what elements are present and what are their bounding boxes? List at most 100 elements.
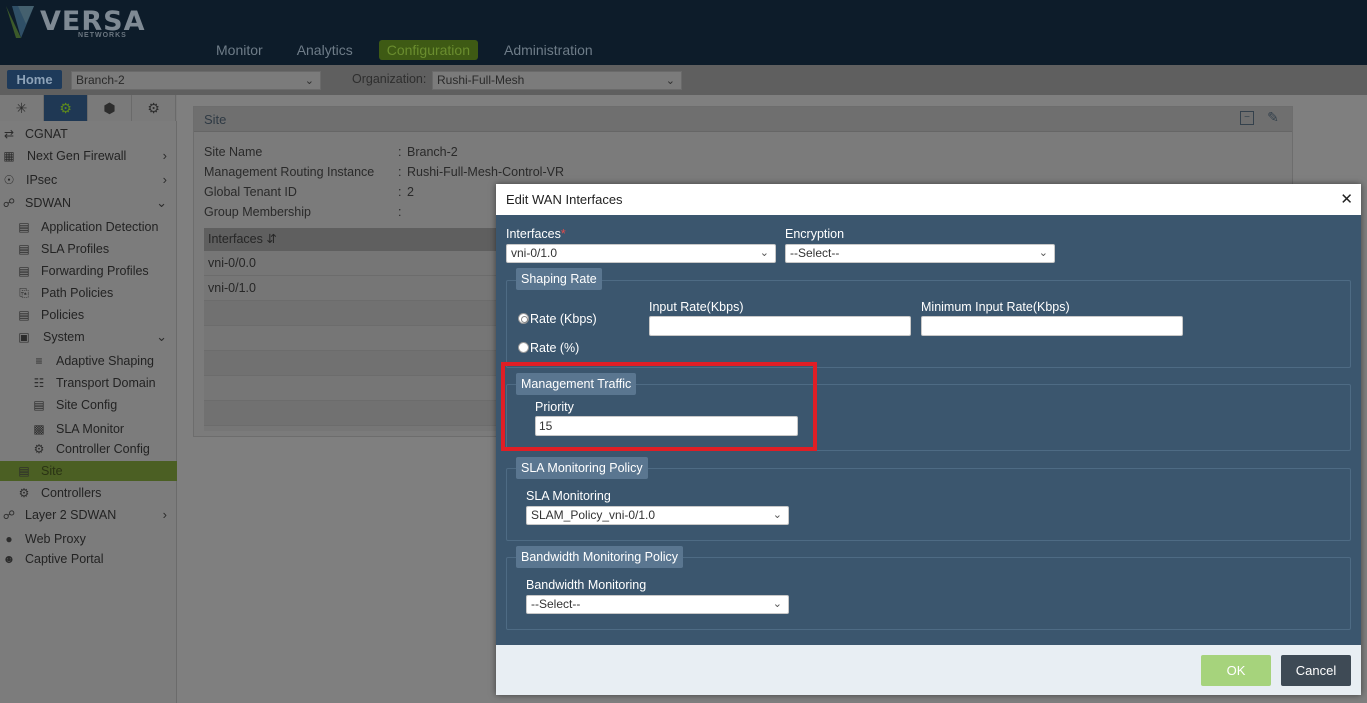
sidebar-item-adaptive-shaping[interactable]: ≡ Adaptive Shaping <box>0 351 177 371</box>
home-button[interactable]: Home <box>7 70 62 89</box>
chevron-down-icon[interactable]: ⌄ <box>156 327 167 347</box>
globe-gear-icon[interactable]: ⚙ <box>132 95 176 121</box>
sla-monitoring-label: SLA Monitoring <box>526 489 611 503</box>
sidebar-item-site[interactable]: ▤ Site <box>0 461 177 481</box>
top-bar: VERSA NETWORKS Monitor Analytics Configu… <box>0 0 1367 65</box>
site-panel-header: Site − ✎ <box>194 107 1292 132</box>
sidebar-item-layer-2-sdwan[interactable]: ☍ Layer 2 SDWAN › <box>0 505 177 525</box>
policy-icon: ▤ <box>18 308 30 322</box>
separator: : <box>398 165 402 179</box>
firewall-icon: ▦ <box>3 149 15 163</box>
sidebar-item-captive-portal[interactable]: ☻ Captive Portal <box>0 549 177 569</box>
chevron-right-icon[interactable]: › <box>163 505 167 525</box>
table-cell: vni-0/0.0 <box>208 256 256 270</box>
sla-monitoring-policy-legend: SLA Monitoring Policy <box>516 457 648 479</box>
proxy-icon: ● <box>5 532 13 546</box>
monitor-icon: ▩ <box>33 422 45 436</box>
interfaces-column-header[interactable]: Interfaces ⇵ <box>204 228 504 251</box>
sidebar-item-cgnat[interactable]: ⇄ CGNAT <box>0 124 177 144</box>
encryption-select[interactable]: --Select-- ⌄ <box>785 244 1055 263</box>
site-field-key: Site Name <box>204 145 263 159</box>
sidebar-item-sla-profiles[interactable]: ▤ SLA Profiles <box>0 239 177 259</box>
table-row[interactable]: vni-0/0.0 <box>204 251 504 276</box>
sidebar-item-label: Layer 2 SDWAN <box>25 508 117 522</box>
dialog-title: Edit WAN Interfaces <box>506 192 623 207</box>
sidebar-item-policies[interactable]: ▤ Policies <box>0 305 177 325</box>
versa-logo[interactable]: VERSA NETWORKS <box>4 4 144 40</box>
interfaces-select[interactable]: vni-0/1.0 ⌄ <box>506 244 776 263</box>
sidebar-tabs: ✳ ⚙ ⬢ ⚙ <box>0 95 177 121</box>
chevron-down-icon: ⌄ <box>759 247 769 259</box>
sidebar-item-label: Forwarding Profiles <box>41 264 149 278</box>
minimum-input-rate-label: Minimum Input Rate(Kbps) <box>921 300 1070 314</box>
nav-configuration[interactable]: Configuration <box>378 40 478 60</box>
chevron-right-icon[interactable]: › <box>163 146 167 166</box>
sidebar-item-next-gen-firewall[interactable]: ▦ Next Gen Firewall › <box>0 146 177 166</box>
nat-icon: ⇄ <box>3 127 15 141</box>
sidebar-item-site-config[interactable]: ▤ Site Config <box>0 395 177 415</box>
rate-percent-radio[interactable] <box>518 342 529 353</box>
chevron-down-icon: ⌄ <box>772 598 782 610</box>
ok-button[interactable]: OK <box>1201 655 1271 686</box>
sidebar: ✳ ⚙ ⬢ ⚙ ⇄ CGNAT ▦ Next Gen Firewall › ☉ … <box>0 95 177 703</box>
bandwidth-monitoring-select[interactable]: --Select-- ⌄ <box>526 595 789 614</box>
organization-select[interactable]: Rushi-Full-Mesh ⌄ <box>432 71 682 90</box>
cancel-button[interactable]: Cancel <box>1281 655 1351 686</box>
sidebar-item-label: Captive Portal <box>25 552 104 566</box>
sidebar-item-label: Web Proxy <box>25 532 86 546</box>
nav-analytics[interactable]: Analytics <box>289 40 361 60</box>
gear-icon[interactable]: ⚙ <box>44 95 88 121</box>
site-panel-title: Site <box>204 112 227 127</box>
nav-administration[interactable]: Administration <box>496 40 601 60</box>
sidebar-item-controller-config[interactable]: ⚙ Controller Config <box>0 439 177 459</box>
transport-icon: ☷ <box>33 376 45 390</box>
sla-monitoring-select[interactable]: SLAM_Policy_vni-0/1.0 ⌄ <box>526 506 789 525</box>
collapse-icon[interactable]: − <box>1240 111 1254 125</box>
sidebar-item-controllers[interactable]: ⚙ Controllers <box>0 483 177 503</box>
sidebar-item-system[interactable]: ▣ System ⌄ <box>0 327 177 347</box>
sidebar-item-label: CGNAT <box>25 127 68 141</box>
bandwidth-monitoring-select-value: --Select-- <box>531 597 581 611</box>
minimum-input-rate-field[interactable] <box>921 316 1183 336</box>
rate-kbps-label[interactable]: Rate (Kbps) <box>530 312 597 326</box>
site-field-key: Group Membership <box>204 205 311 219</box>
sidebar-item-application-detection[interactable]: ▤ Application Detection <box>0 217 177 237</box>
chevron-down-icon: ⌄ <box>304 75 314 87</box>
appliance-select-value: Branch-2 <box>76 73 125 87</box>
sidebar-item-transport-domain[interactable]: ☷ Transport Domain <box>0 373 177 393</box>
chevron-down-icon[interactable]: ⌄ <box>156 193 167 213</box>
cube-icon[interactable]: ⬢ <box>88 95 132 121</box>
close-icon[interactable]: ✕ <box>1340 190 1353 208</box>
rate-kbps-radio[interactable] <box>518 313 529 324</box>
table-row-empty <box>204 301 504 326</box>
chevron-right-icon[interactable]: › <box>163 170 167 190</box>
organization-select-value: Rushi-Full-Mesh <box>437 73 525 87</box>
sidebar-item-path-policies[interactable]: ⎘ Path Policies <box>0 283 177 303</box>
sort-icon[interactable]: ⇵ <box>266 232 276 246</box>
sidebar-item-label: Next Gen Firewall <box>27 149 127 163</box>
site-field-key: Global Tenant ID <box>204 185 297 199</box>
context-bar: Home Branch-2 ⌄ Organization: Rushi-Full… <box>0 65 1367 95</box>
sidebar-item-label: Application Detection <box>41 220 159 234</box>
rate-percent-label[interactable]: Rate (%) <box>530 341 579 355</box>
nav-monitor[interactable]: Monitor <box>208 40 271 60</box>
network-icon[interactable]: ✳ <box>0 95 44 121</box>
sidebar-item-web-proxy[interactable]: ● Web Proxy <box>0 529 177 549</box>
table-row-empty <box>204 351 504 376</box>
sidebar-item-label: System <box>43 330 85 344</box>
edit-icon[interactable]: ✎ <box>1266 110 1280 125</box>
sidebar-item-forwarding-profiles[interactable]: ▤ Forwarding Profiles <box>0 261 177 281</box>
appliance-select[interactable]: Branch-2 ⌄ <box>71 71 321 90</box>
input-rate-field[interactable] <box>649 316 911 336</box>
input-rate-label: Input Rate(Kbps) <box>649 300 744 314</box>
sidebar-item-label: SDWAN <box>25 196 72 210</box>
sidebar-item-sla-monitor[interactable]: ▩ SLA Monitor <box>0 419 177 439</box>
table-row[interactable]: vni-0/1.0 <box>204 276 504 301</box>
sidebar-item-label: Site <box>41 464 63 478</box>
chevron-down-icon: ⌄ <box>772 509 782 521</box>
sidebar-item-ipsec[interactable]: ☉ IPsec › <box>0 170 177 190</box>
sidebar-item-sdwan[interactable]: ☍ SDWAN ⌄ <box>0 193 177 213</box>
separator: : <box>398 145 402 159</box>
organization-label: Organization: <box>352 72 427 86</box>
doc-icon: ▤ <box>33 398 45 412</box>
